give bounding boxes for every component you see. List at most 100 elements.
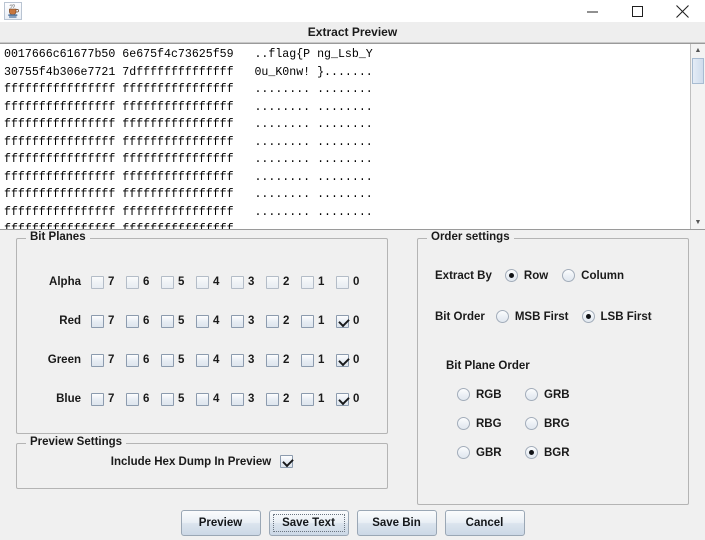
bit-checkbox-alpha-4[interactable] bbox=[196, 275, 209, 289]
bit-plane-order-radio-rgb[interactable]: RGB bbox=[457, 388, 525, 401]
bit-number-label: 3 bbox=[248, 315, 255, 327]
bit-plane-order-radio-rbg[interactable]: RBG bbox=[457, 417, 525, 430]
bit-cell: 4 bbox=[196, 275, 231, 289]
bit-checkbox-blue-1[interactable] bbox=[301, 392, 314, 406]
bit-checkbox-blue-6[interactable] bbox=[126, 392, 139, 406]
maximize-button[interactable] bbox=[615, 0, 660, 22]
bit-number-label: 2 bbox=[283, 354, 290, 366]
bit-checkbox-red-7[interactable] bbox=[91, 314, 104, 328]
bit-cell: 7 bbox=[91, 392, 126, 406]
window-title-bar bbox=[0, 0, 705, 22]
preview-button[interactable]: Preview bbox=[180, 510, 261, 536]
bit-checkbox-blue-0[interactable] bbox=[336, 392, 349, 406]
radio-indicator[interactable] bbox=[457, 446, 470, 459]
radio-indicator[interactable] bbox=[562, 269, 576, 282]
radio-indicator[interactable] bbox=[495, 310, 509, 323]
bit-checkbox-green-4[interactable] bbox=[196, 353, 209, 367]
bit-order-radio-msb-first[interactable]: MSB First bbox=[495, 310, 569, 323]
bit-checkbox-blue-4[interactable] bbox=[196, 392, 209, 406]
bit-checkbox-red-1[interactable] bbox=[301, 314, 314, 328]
bit-order-radio-lsb-first[interactable]: LSB First bbox=[581, 310, 652, 323]
extract-by-radio-column[interactable]: Column bbox=[562, 269, 624, 282]
bit-cell: 6 bbox=[126, 275, 161, 289]
bit-checkbox-green-6[interactable] bbox=[126, 353, 139, 367]
radio-label: Column bbox=[581, 269, 624, 282]
scroll-up-arrow-icon[interactable]: ▲ bbox=[691, 44, 705, 57]
bit-checkbox-blue-2[interactable] bbox=[266, 392, 279, 406]
bit-plane-row-green: Green 7 6 5 4 3 2 1 0 bbox=[17, 349, 387, 371]
radio-label: RBG bbox=[476, 417, 502, 430]
bit-checkbox-alpha-5[interactable] bbox=[161, 275, 174, 289]
bit-checkbox-red-0[interactable] bbox=[336, 314, 349, 328]
bit-cell: 5 bbox=[161, 353, 196, 367]
bit-cell: 5 bbox=[161, 275, 196, 289]
bit-checkbox-red-5[interactable] bbox=[161, 314, 174, 328]
bit-cell: 4 bbox=[196, 392, 231, 406]
bit-number-label: 3 bbox=[248, 276, 255, 288]
radio-indicator[interactable] bbox=[581, 310, 595, 323]
hex-dump-line: ffffffffffffffff ffffffffffffffff ......… bbox=[4, 100, 373, 114]
bit-plane-order-radio-brg[interactable]: BRG bbox=[525, 417, 593, 430]
java-coffee-cup-icon bbox=[4, 2, 22, 20]
save-text-button[interactable]: Save Text bbox=[268, 510, 349, 536]
bit-cell: 7 bbox=[91, 275, 126, 289]
order-settings-group: Order settings Extract By Row Column Bit … bbox=[417, 231, 689, 505]
bit-checkbox-red-6[interactable] bbox=[126, 314, 139, 328]
extract-by-radio-row[interactable]: Row bbox=[504, 269, 548, 282]
cancel-button[interactable]: Cancel bbox=[444, 510, 525, 536]
radio-indicator[interactable] bbox=[525, 388, 538, 401]
bit-checkbox-alpha-2[interactable] bbox=[266, 275, 279, 289]
close-button[interactable] bbox=[660, 0, 705, 22]
bit-checkbox-red-2[interactable] bbox=[266, 314, 279, 328]
button-label: Save Text bbox=[282, 517, 335, 529]
hex-dump-line: ffffffffffffffff ffffffffffffffff ......… bbox=[4, 135, 373, 149]
frame-title-bar: Extract Preview bbox=[0, 22, 705, 43]
bit-checkbox-green-7[interactable] bbox=[91, 353, 104, 367]
bit-checkbox-blue-5[interactable] bbox=[161, 392, 174, 406]
hex-dump-text-area[interactable]: 0017666c61677b50 6e675f4c73625f59 ..flag… bbox=[0, 44, 690, 229]
hex-dump-scrollbar[interactable]: ▲ ▼ bbox=[690, 44, 705, 229]
bit-checkbox-blue-7[interactable] bbox=[91, 392, 104, 406]
bit-plane-channel-label: Blue bbox=[56, 393, 81, 405]
radio-indicator[interactable] bbox=[457, 417, 470, 430]
bit-plane-order-radio-gbr[interactable]: GBR bbox=[457, 446, 525, 459]
bit-checkbox-green-0[interactable] bbox=[336, 353, 349, 367]
bit-checkbox-alpha-7[interactable] bbox=[91, 275, 104, 289]
bit-number-label: 5 bbox=[178, 315, 185, 327]
radio-label: RGB bbox=[476, 388, 502, 401]
bit-checkbox-green-2[interactable] bbox=[266, 353, 279, 367]
save-bin-button[interactable]: Save Bin bbox=[356, 510, 437, 536]
bit-cell: 6 bbox=[126, 314, 161, 328]
minimize-button[interactable] bbox=[570, 0, 615, 22]
scroll-down-arrow-icon[interactable]: ▼ bbox=[691, 216, 705, 229]
bit-plane-order-radio-grb[interactable]: GRB bbox=[525, 388, 593, 401]
bit-cell: 7 bbox=[91, 314, 126, 328]
bit-checkbox-green-3[interactable] bbox=[231, 353, 244, 367]
bit-order-row: Bit Order MSB First LSB First bbox=[435, 310, 652, 323]
bit-checkbox-green-1[interactable] bbox=[301, 353, 314, 367]
bit-checkbox-red-4[interactable] bbox=[196, 314, 209, 328]
hex-dump-line: ffffffffffffffff ffffffffffffffff ......… bbox=[4, 118, 373, 131]
bit-cell: 2 bbox=[266, 314, 301, 328]
radio-indicator[interactable] bbox=[525, 417, 538, 430]
radio-indicator[interactable] bbox=[525, 446, 538, 459]
bit-number-label: 1 bbox=[318, 393, 325, 405]
bit-checkbox-blue-3[interactable] bbox=[231, 392, 244, 406]
bit-planes-group: Bit Planes Alpha 7 6 5 4 3 2 1 0 Red 7 6 5 4 3 2 1 0 Green… bbox=[16, 231, 388, 434]
bit-checkbox-alpha-6[interactable] bbox=[126, 275, 139, 289]
scrollbar-thumb[interactable] bbox=[692, 58, 704, 84]
radio-indicator[interactable] bbox=[457, 388, 470, 401]
bit-plane-order-radio-bgr[interactable]: BGR bbox=[525, 446, 593, 459]
bit-plane-order-label: Bit Plane Order bbox=[446, 360, 530, 372]
radio-indicator[interactable] bbox=[504, 269, 518, 282]
radio-label: MSB First bbox=[514, 310, 569, 323]
button-label: Cancel bbox=[465, 517, 504, 529]
bit-checkbox-green-5[interactable] bbox=[161, 353, 174, 367]
bit-checkbox-alpha-1[interactable] bbox=[301, 275, 314, 289]
include-hex-dump-checkbox[interactable] bbox=[280, 455, 294, 468]
hex-dump-panel: 0017666c61677b50 6e675f4c73625f59 ..flag… bbox=[0, 43, 705, 230]
bit-checkbox-alpha-0[interactable] bbox=[336, 275, 349, 289]
bit-checkbox-alpha-3[interactable] bbox=[231, 275, 244, 289]
bit-number-label: 7 bbox=[108, 393, 115, 405]
bit-checkbox-red-3[interactable] bbox=[231, 314, 244, 328]
